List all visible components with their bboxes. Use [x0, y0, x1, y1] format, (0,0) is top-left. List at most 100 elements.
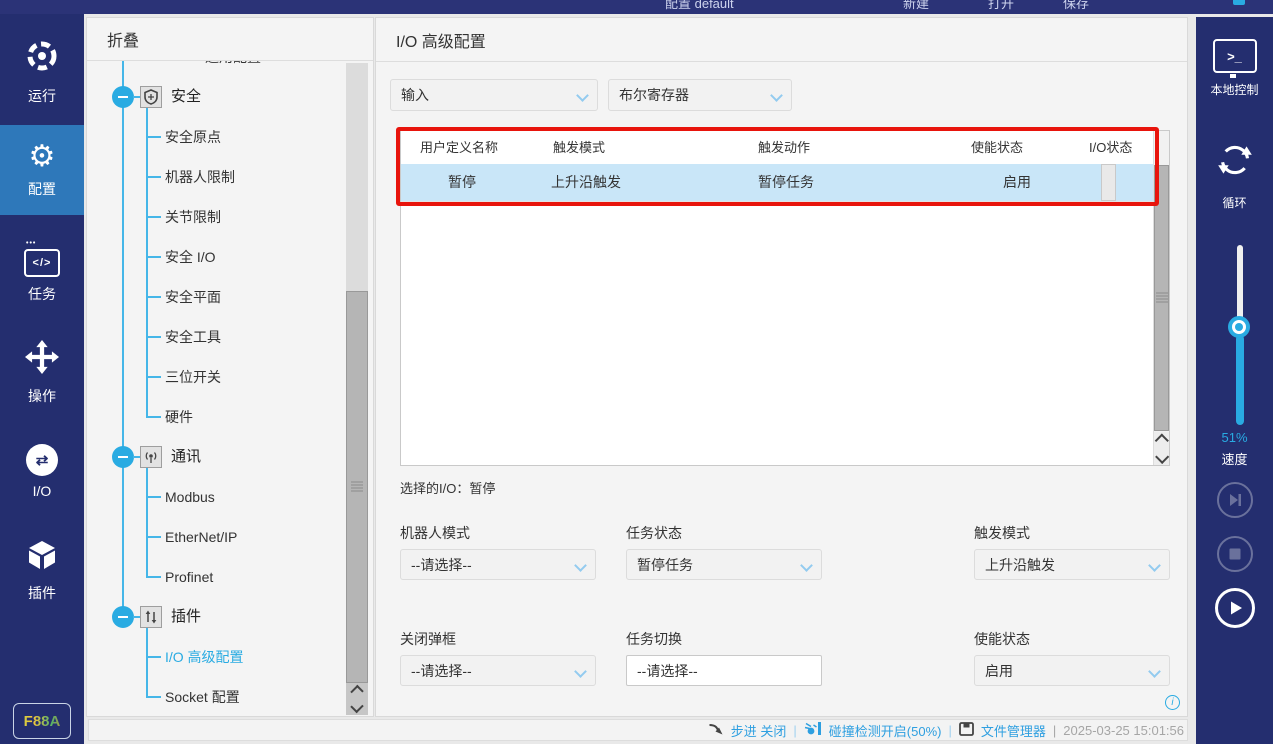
- loop-button[interactable]: 循环: [1196, 139, 1273, 211]
- config-tree-panel: 折叠 通用配置 安全 安全原点 机器人限制 关节限制 安全 I/O 安全平面: [86, 17, 374, 717]
- tree-item-modbus[interactable]: Modbus: [165, 485, 215, 509]
- speed-slider-handle[interactable]: [1228, 316, 1250, 338]
- nav-label-config: 配置: [28, 179, 56, 199]
- tree-item-ethernet-ip[interactable]: EtherNet/IP: [165, 525, 237, 549]
- col-header-trigger-action: 触发动作: [758, 131, 810, 164]
- nav-item-config[interactable]: ⚙ 配置: [0, 125, 84, 215]
- speed-slider-track-upper[interactable]: [1237, 245, 1243, 325]
- enable-state-label: 使能状态: [974, 629, 1030, 649]
- col-header-trigger-mode: 触发模式: [553, 131, 605, 164]
- enable-state-value: 启用: [985, 661, 1013, 681]
- close-popup-label: 关闭弹框: [400, 629, 456, 649]
- save-button[interactable]: 保存: [1063, 0, 1089, 12]
- table-scrollbar-thumb[interactable]: [1154, 165, 1169, 431]
- row-divider: [401, 201, 1169, 202]
- chevron-down-icon: [800, 559, 813, 572]
- file-manager-button[interactable]: 文件管理器: [981, 721, 1046, 740]
- table-scrollbar[interactable]: [1153, 131, 1169, 465]
- tree-item-io-advanced-config[interactable]: I/O 高级配置: [165, 645, 244, 669]
- tree-item-hardware[interactable]: 硬件: [165, 405, 193, 429]
- nav-item-plugin[interactable]: 插件: [0, 531, 84, 611]
- chevron-down-icon: [1148, 665, 1161, 678]
- register-type-value: 布尔寄存器: [619, 85, 689, 105]
- left-nav-sidebar: 运行 ⚙ 配置 </> 任务 操作 ⇄ I/O 插件 F88A: [0, 14, 84, 744]
- task-switch-dropdown[interactable]: --请选择--: [626, 655, 822, 686]
- nav-item-io[interactable]: ⇄ I/O: [0, 431, 84, 511]
- io-type-dropdown[interactable]: 输入: [390, 79, 598, 111]
- tree-item-safety-plane[interactable]: 安全平面: [165, 285, 221, 309]
- tree-item-socket-config[interactable]: Socket 配置: [165, 685, 240, 709]
- table-scrollbar-arrows[interactable]: [1154, 432, 1169, 465]
- collapse-button[interactable]: 折叠: [87, 18, 373, 61]
- collision-detect-status[interactable]: 碰撞检测开启(50%): [829, 721, 942, 740]
- chevron-down-icon: [576, 89, 589, 102]
- tree-item-partial[interactable]: 通用配置: [205, 61, 261, 69]
- info-icon[interactable]: i: [1165, 695, 1180, 710]
- collapse-toggle-comm[interactable]: [112, 446, 134, 468]
- nav-label-plugin: 插件: [28, 583, 56, 603]
- tree-item-three-position-switch[interactable]: 三位开关: [165, 365, 221, 389]
- file-manager-icon: [959, 722, 974, 739]
- run-icon: [24, 38, 60, 79]
- tree-item-joint-limit[interactable]: 关节限制: [165, 205, 221, 229]
- scroll-up-icon[interactable]: [350, 685, 363, 698]
- register-type-dropdown[interactable]: 布尔寄存器: [608, 79, 792, 111]
- status-separator: |: [793, 723, 796, 738]
- play-button[interactable]: [1215, 588, 1255, 628]
- task-state-dropdown[interactable]: 暂停任务: [626, 549, 822, 580]
- robot-mode-dropdown[interactable]: --请选择--: [400, 549, 596, 580]
- tree-item-robot-limit[interactable]: 机器人限制: [165, 165, 235, 189]
- status-separator: |: [1053, 723, 1056, 738]
- robot-mode-value: --请选择--: [411, 555, 472, 575]
- scroll-up-icon[interactable]: [1155, 434, 1169, 448]
- cell-name: 暂停: [448, 164, 476, 201]
- user-icon[interactable]: [1233, 0, 1245, 5]
- tree-item-profinet[interactable]: Profinet: [165, 565, 213, 589]
- play-icon: [1225, 598, 1245, 618]
- table-row-pause[interactable]: 暂停 上升沿触发 暂停任务 启用: [401, 164, 1169, 201]
- trigger-mode-dropdown[interactable]: 上升沿触发: [974, 549, 1170, 580]
- tree-connector: [146, 416, 161, 418]
- nav-item-run[interactable]: 运行: [0, 32, 84, 112]
- antenna-icon: [140, 446, 162, 468]
- tree-item-safety-io[interactable]: 安全 I/O: [165, 245, 216, 269]
- loop-icon: [1214, 139, 1256, 186]
- tree-item-safety-tool[interactable]: 安全工具: [165, 325, 221, 349]
- close-popup-value: --请选择--: [411, 661, 472, 681]
- app-window: 配置 default 新建 打开 保存 运行 ⚙ 配置 </> 任务 操作 ⇄: [0, 0, 1273, 744]
- step-mode-status[interactable]: 步进 关闭: [731, 721, 787, 740]
- collapse-toggle-plugins[interactable]: [112, 606, 134, 628]
- collapse-toggle-safety[interactable]: [112, 86, 134, 108]
- nav-item-operate[interactable]: 操作: [0, 333, 84, 413]
- tree-group-comm[interactable]: 通讯: [171, 445, 201, 469]
- tree-scrollbar[interactable]: [346, 63, 368, 715]
- tree-group-plugins[interactable]: 插件: [171, 605, 201, 629]
- speed-slider-track-lower[interactable]: [1236, 335, 1244, 425]
- tree-group-safety[interactable]: 安全: [171, 85, 201, 109]
- step-next-button[interactable]: [1217, 482, 1253, 518]
- scroll-down-icon[interactable]: [350, 700, 363, 713]
- tree-scrollbar-thumb[interactable]: [346, 291, 368, 683]
- config-tree: 通用配置 安全 安全原点 机器人限制 关节限制 安全 I/O 安全平面 安全工具: [87, 61, 373, 716]
- trigger-mode-value: 上升沿触发: [985, 555, 1055, 575]
- io-state-checkbox[interactable]: [1101, 164, 1116, 201]
- local-control-button[interactable]: >_ 本地控制: [1196, 39, 1273, 98]
- stop-button[interactable]: [1217, 536, 1253, 572]
- enable-state-dropdown[interactable]: 启用: [974, 655, 1170, 686]
- nav-item-task[interactable]: </> 任务: [0, 236, 84, 316]
- tree-branch-line: [146, 108, 148, 418]
- open-button[interactable]: 打开: [988, 0, 1014, 12]
- tree-item-safety-home[interactable]: 安全原点: [165, 125, 221, 149]
- close-popup-dropdown[interactable]: --请选择--: [400, 655, 596, 686]
- new-button[interactable]: 新建: [903, 0, 929, 12]
- scroll-down-icon[interactable]: [1155, 449, 1169, 463]
- tree-scrollbar-arrows[interactable]: [346, 683, 368, 715]
- project-name-fragment: 配置 default: [665, 0, 734, 12]
- cell-enable: 启用: [1003, 164, 1031, 201]
- stop-icon: [1225, 544, 1245, 564]
- robot-model-badge[interactable]: F88A: [13, 703, 71, 739]
- tree-branch-line: [146, 468, 148, 578]
- tree-connector: [146, 696, 161, 698]
- terminal-icon: >_: [1213, 39, 1257, 73]
- tree-connector: [146, 376, 161, 378]
